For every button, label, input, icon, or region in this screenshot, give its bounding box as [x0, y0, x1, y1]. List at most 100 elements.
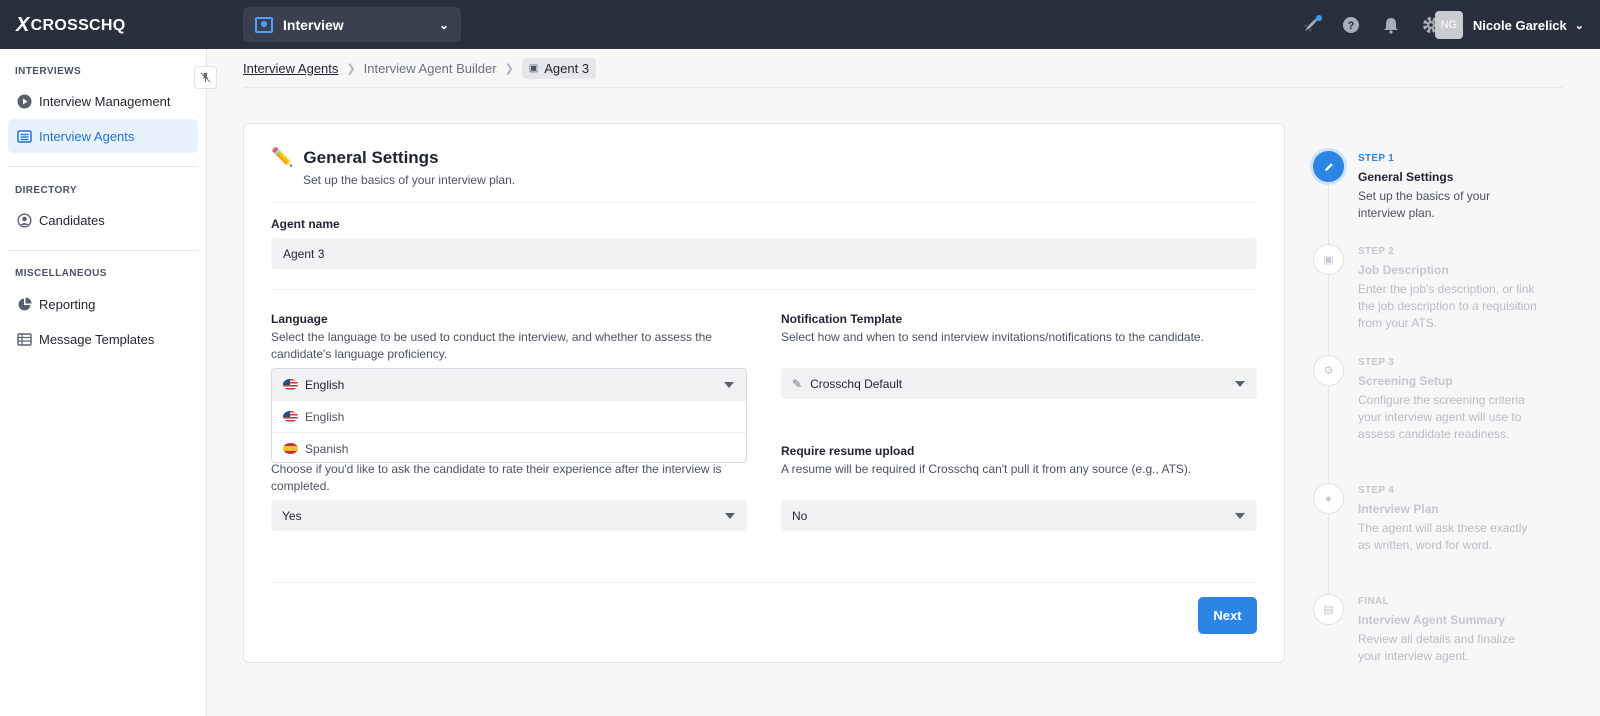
pencil-icon: ✏️	[271, 147, 294, 167]
sidebar-section-interviews: INTERVIEWS	[15, 66, 82, 77]
step-2-briefcase-icon: ▣	[1313, 244, 1344, 275]
final-step-description: Review all details and finalize your int…	[1358, 632, 1515, 663]
list-icon	[17, 129, 32, 144]
breadcrumb-interview-agents[interactable]: Interview Agents	[243, 61, 338, 76]
step-2-title: Job Description	[1358, 263, 1449, 277]
product-switcher[interactable]: Interview ⌄	[243, 7, 461, 42]
caret-down-icon	[1235, 513, 1245, 519]
step-3-number: STEP 3	[1358, 357, 1395, 368]
step-1-number: STEP 1	[1358, 153, 1395, 164]
final-step-title: Interview Agent Summary	[1358, 613, 1505, 627]
magic-wand-icon: ✎	[792, 376, 803, 391]
final-step-number: FINAL	[1358, 596, 1389, 607]
breadcrumb-current-label: Agent 3	[544, 60, 590, 76]
language-label: Language	[271, 312, 328, 326]
sidebar-item-message-templates[interactable]: Message Templates	[8, 322, 198, 356]
chevron-down-icon: ⌄	[1574, 19, 1584, 32]
caret-down-icon	[725, 513, 735, 519]
sidebar-section-directory: DIRECTORY	[15, 185, 77, 196]
notification-dot	[1316, 14, 1322, 21]
agent-name-label: Agent name	[271, 217, 340, 231]
bell-icon[interactable]	[1382, 16, 1400, 34]
chevron-right-icon: ❯	[346, 62, 356, 75]
step-2-number: STEP 2	[1358, 246, 1395, 257]
next-button[interactable]: Next	[1198, 597, 1257, 634]
sidebar-item-reporting[interactable]: Reporting	[8, 287, 198, 321]
final-summary-icon: ▤	[1313, 594, 1344, 625]
breadcrumb-current: ▣ Agent 3	[521, 57, 597, 79]
rocket-icon[interactable]	[1302, 14, 1322, 34]
language-select[interactable]: English English Spanish	[271, 368, 747, 463]
resume-upload-value: No	[792, 508, 808, 523]
sidebar-item-interview-agents[interactable]: Interview Agents	[8, 119, 198, 153]
breadcrumb-divider	[243, 87, 1563, 88]
divider	[271, 582, 1257, 583]
sidebar-item-candidates[interactable]: Candidates	[8, 203, 198, 237]
svg-text:?: ?	[1348, 20, 1355, 32]
notification-template-description: Select how and when to send interview in…	[781, 330, 1204, 344]
language-option-english[interactable]: English	[272, 400, 746, 432]
unpin-sidebar-icon[interactable]	[194, 66, 217, 89]
rating-description: Choose if you'd like to ask the candidat…	[271, 462, 722, 493]
rating-select[interactable]: Yes	[271, 500, 747, 531]
resume-upload-label: Require resume upload	[781, 444, 915, 458]
agent-name-input[interactable]: Agent 3	[271, 238, 1257, 269]
step-1-pencil-icon	[1310, 148, 1347, 185]
step-3-title: Screening Setup	[1358, 374, 1453, 388]
step-4-description: The agent will ask these exactly as writ…	[1358, 521, 1528, 552]
user-circle-icon	[17, 212, 32, 228]
top-bar: X CROSSCHQ Interview ⌄ ? NG Nicole Garel…	[0, 0, 1600, 49]
step-1-description: Set up the basics of your interview plan…	[1358, 189, 1491, 220]
sidebar-divider	[8, 250, 198, 251]
sidebar-section-miscellaneous: MISCELLANEOUS	[15, 268, 107, 279]
logo-mark: X	[16, 14, 30, 36]
language-value: English	[305, 377, 345, 392]
step-4-number: STEP 4	[1358, 485, 1395, 496]
language-option-spanish[interactable]: Spanish	[272, 432, 746, 462]
us-flag-icon	[283, 411, 298, 422]
step-3-description: Configure the screening criteria your in…	[1358, 393, 1525, 441]
sidebar-divider	[8, 166, 198, 167]
language-selected[interactable]: English	[272, 369, 746, 400]
notification-template-label: Notification Template	[781, 312, 903, 326]
page-title: ✏️ General Settings	[271, 147, 439, 168]
language-option-label: Spanish	[305, 441, 349, 456]
spain-flag-icon	[283, 443, 298, 454]
caret-down-icon	[724, 382, 734, 388]
rating-value: Yes	[282, 508, 302, 523]
resume-upload-description: A resume will be required if Crosschq ca…	[781, 462, 1192, 476]
language-description: Select the language to be used to conduc…	[271, 330, 712, 361]
card-subtitle: Set up the basics of your interview plan…	[303, 173, 516, 187]
product-switcher-label: Interview	[283, 16, 344, 33]
table-icon	[17, 332, 32, 347]
notification-template-value: Crosschq Default	[810, 376, 903, 391]
language-option-label: English	[305, 409, 345, 424]
step-1-title: General Settings	[1358, 170, 1454, 184]
step-4-title: Interview Plan	[1358, 502, 1439, 516]
sidebar: INTERVIEWS Interview Management Intervie…	[0, 49, 207, 716]
breadcrumb-interview-agent-builder: Interview Agent Builder	[363, 60, 497, 76]
resume-upload-select[interactable]: No	[781, 500, 1257, 531]
briefcase-icon: ▣	[528, 62, 539, 74]
play-circle-icon	[17, 94, 32, 109]
divider	[271, 289, 1257, 290]
sidebar-item-interview-management[interactable]: Interview Management	[8, 84, 198, 118]
crosschq-logo[interactable]: X CROSSCHQ	[16, 14, 126, 37]
monitor-icon	[255, 16, 273, 33]
caret-down-icon	[1235, 381, 1245, 387]
avatar: NG	[1434, 11, 1463, 39]
divider	[271, 202, 1257, 203]
step-3-gear-icon: ⚙	[1313, 355, 1344, 386]
card-title-text: General Settings	[303, 147, 439, 167]
sidebar-item-label: Reporting	[39, 296, 96, 312]
pie-chart-icon	[17, 297, 32, 312]
logo-text: CROSSCHQ	[30, 16, 126, 34]
step-2-description: Enter the job's description, or link the…	[1358, 282, 1537, 330]
help-icon[interactable]: ?	[1342, 16, 1360, 34]
user-menu[interactable]: NG Nicole Garelick ⌄	[1434, 11, 1584, 39]
sidebar-item-label: Interview Management	[39, 93, 171, 109]
notification-template-select[interactable]: ✎ Crosschq Default	[781, 368, 1257, 399]
us-flag-icon	[283, 379, 298, 390]
sidebar-item-label: Interview Agents	[39, 128, 135, 144]
step-4-chat-icon: ●	[1313, 483, 1344, 514]
